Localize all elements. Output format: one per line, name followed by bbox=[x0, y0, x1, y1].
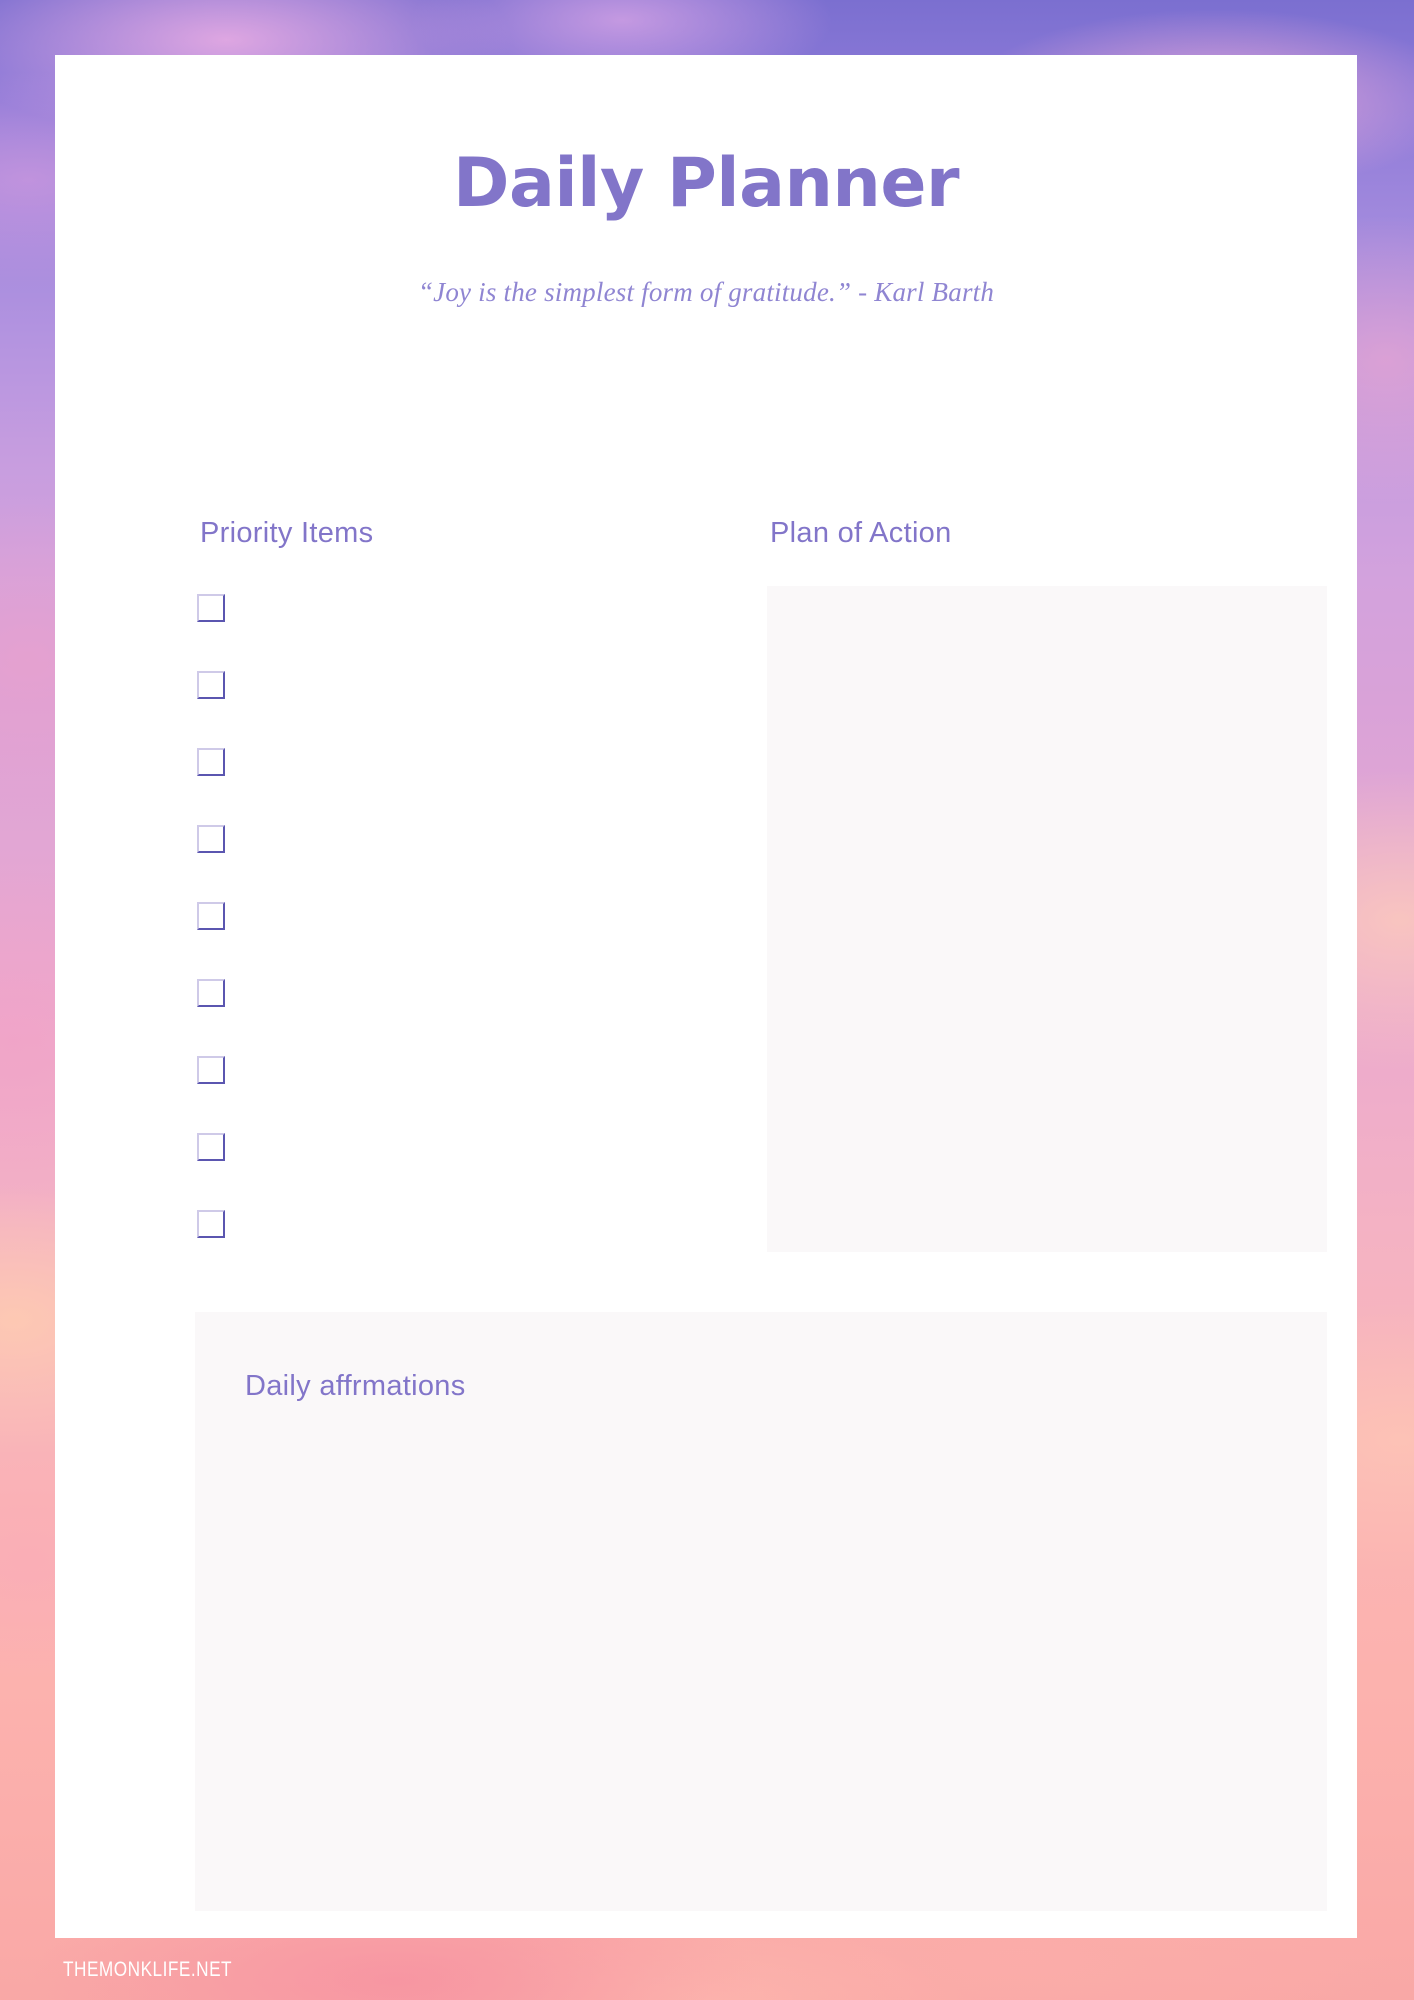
page-title: Daily Planner bbox=[453, 144, 959, 223]
daily-affirmations-heading: Daily affrmations bbox=[245, 1370, 466, 1402]
plan-of-action-textarea[interactable] bbox=[767, 586, 1327, 1252]
list-item bbox=[197, 671, 617, 748]
list-item bbox=[197, 1210, 617, 1287]
priority-item-text[interactable] bbox=[241, 1216, 611, 1238]
priority-checkbox[interactable] bbox=[197, 825, 225, 853]
priority-item-text[interactable] bbox=[241, 600, 611, 622]
priority-checkbox[interactable] bbox=[197, 671, 225, 699]
list-item bbox=[197, 902, 617, 979]
priority-items-list bbox=[197, 594, 617, 1287]
priority-checkbox[interactable] bbox=[197, 979, 225, 1007]
priority-checkbox[interactable] bbox=[197, 1133, 225, 1161]
daily-affirmations-panel[interactable]: Daily affrmations bbox=[195, 1312, 1327, 1911]
list-item bbox=[197, 825, 617, 902]
priority-checkbox[interactable] bbox=[197, 902, 225, 930]
daily-planner-page: Daily Planner “Joy is the simplest form … bbox=[0, 0, 1414, 2000]
priority-checkbox[interactable] bbox=[197, 1056, 225, 1084]
priority-item-text[interactable] bbox=[241, 754, 611, 776]
priority-checkbox[interactable] bbox=[197, 594, 225, 622]
list-item bbox=[197, 1056, 617, 1133]
quote-text: “Joy is the simplest form of gratitude.”… bbox=[417, 277, 995, 307]
list-item bbox=[197, 748, 617, 825]
list-item bbox=[197, 1133, 617, 1210]
list-item bbox=[197, 979, 617, 1056]
priority-checkbox[interactable] bbox=[197, 1210, 225, 1238]
priority-item-text[interactable] bbox=[241, 677, 611, 699]
plan-of-action-heading: Plan of Action bbox=[770, 517, 952, 549]
priority-checkbox[interactable] bbox=[197, 748, 225, 776]
priority-items-heading: Priority Items bbox=[200, 517, 374, 549]
priority-item-text[interactable] bbox=[241, 908, 611, 930]
list-item bbox=[197, 594, 617, 671]
planner-card: Daily Planner “Joy is the simplest form … bbox=[55, 55, 1357, 1938]
priority-item-text[interactable] bbox=[241, 1062, 611, 1084]
priority-item-text[interactable] bbox=[241, 831, 611, 853]
priority-item-text[interactable] bbox=[241, 985, 611, 1007]
site-watermark: THEMONKLIFE.NET bbox=[63, 1958, 233, 1981]
priority-item-text[interactable] bbox=[241, 1139, 611, 1161]
